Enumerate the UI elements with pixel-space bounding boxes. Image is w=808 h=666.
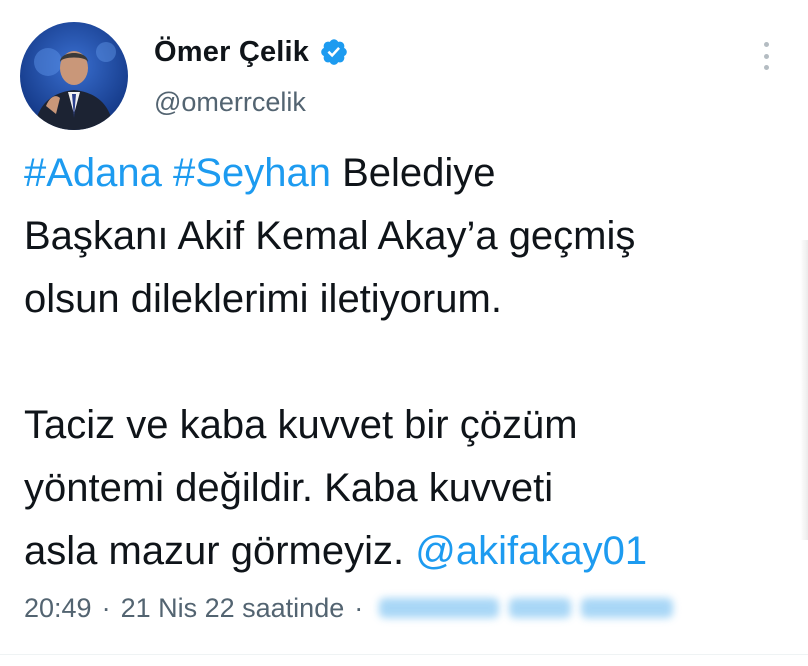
tweet-meta: 20:49 · 21 Nis 22 saatinde · xyxy=(24,588,674,628)
more-options-icon[interactable] xyxy=(755,38,777,74)
author-name-row: Ömer Çelik xyxy=(154,30,349,74)
hashtag-adana[interactable]: #Adana xyxy=(24,151,162,195)
divider xyxy=(0,654,808,655)
tweet-text-segment: Başkanı Akif Kemal Akay’a geçmiş xyxy=(24,214,636,258)
tweet-text-segment: Belediye xyxy=(330,151,496,195)
tweet-line: Başkanı Akif Kemal Akay’a geçmiş xyxy=(24,205,804,268)
tweet-line: yöntemi değildir. Kaba kuvveti xyxy=(24,457,804,520)
tweet-time[interactable]: 20:49 xyxy=(24,593,92,624)
avatar[interactable] xyxy=(20,22,128,130)
tweet-card: Ömer Çelik @omerrcelik #Adana #Seyhan Be… xyxy=(0,0,808,666)
meta-separator: · xyxy=(101,592,111,623)
hashtag-seyhan[interactable]: #Seyhan xyxy=(173,151,331,195)
author-handle[interactable]: @omerrcelik xyxy=(154,87,306,118)
tweet-line: Taciz ve kaba kuvvet bir çözüm xyxy=(24,394,804,457)
edge-shadow xyxy=(800,240,808,540)
verified-badge-icon xyxy=(319,37,349,67)
mention-akifakay01[interactable]: @akifakay01 xyxy=(415,529,647,573)
tweet-text: #Adana #Seyhan Belediye Başkanı Akif Kem… xyxy=(24,142,804,583)
tweet-line: olsun dileklerimi iletiyorum. xyxy=(24,268,804,331)
blurred-source-label xyxy=(379,598,674,618)
author-display-name[interactable]: Ömer Çelik xyxy=(154,36,309,69)
tweet-line: asla mazur görmeyiz. @akifakay01 xyxy=(24,520,804,583)
tweet-text-segment: olsun dileklerimi iletiyorum. xyxy=(24,277,502,321)
tweet-space xyxy=(162,151,173,195)
tweet-line: #Adana #Seyhan Belediye xyxy=(24,142,804,205)
tweet-text-segment: yöntemi değildir. Kaba kuvveti xyxy=(24,466,554,510)
tweet-text-segment: Taciz ve kaba kuvvet bir çözüm xyxy=(24,403,578,447)
meta-separator: · xyxy=(354,592,364,623)
tweet-date[interactable]: 21 Nis 22 saatinde xyxy=(121,593,345,624)
tweet-text-segment: asla mazur görmeyiz. xyxy=(24,529,416,573)
